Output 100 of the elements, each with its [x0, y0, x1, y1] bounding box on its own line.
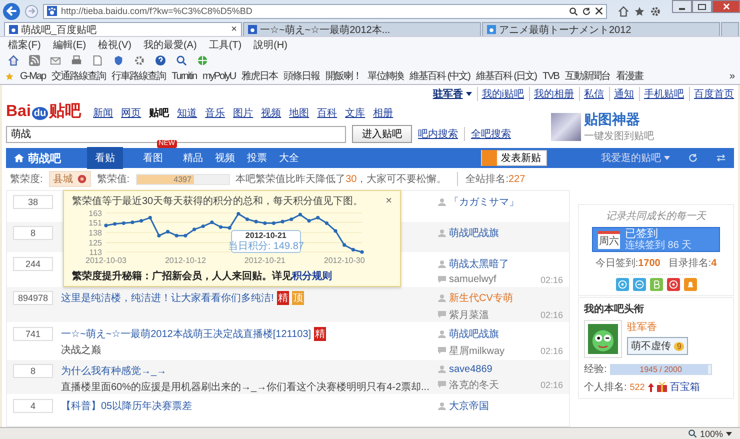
caret-icon[interactable] [726, 432, 732, 436]
last-replier-link[interactable]: 星屑milkway [449, 344, 538, 358]
forum-link[interactable]: 大全 [279, 151, 299, 165]
gear-icon[interactable] [134, 55, 145, 66]
page-icon[interactable] [92, 55, 103, 66]
nav-link[interactable]: 文库 [345, 106, 366, 120]
tab-close-button[interactable]: × [231, 24, 237, 35]
search-icon[interactable] [569, 6, 578, 16]
menu-item[interactable]: 我的最愛(A) [143, 38, 197, 52]
author-link[interactable]: 萌战吧战旗 [449, 327, 499, 342]
last-replier-link[interactable]: samuelwyf [449, 274, 538, 285]
nav-link[interactable]: 网页 [121, 106, 142, 120]
bookmark-link[interactable]: 雅虎日本 [242, 69, 278, 83]
bookmark-link[interactable]: TVB [542, 70, 559, 82]
bookmark-link[interactable]: 維基百科 (中文) [410, 69, 470, 83]
nav-link[interactable]: 新闻 [93, 106, 114, 120]
feed-icon[interactable] [29, 55, 40, 66]
bookmark-link[interactable]: Turnitin [172, 70, 197, 82]
nav-link[interactable]: 音乐 [205, 106, 226, 120]
user-link[interactable]: 私信 [579, 87, 604, 101]
last-replier-link[interactable]: 洛克的冬天 [449, 378, 538, 392]
author-link[interactable]: save4869 [449, 364, 492, 375]
zoom-icon[interactable] [688, 429, 697, 438]
score-rules-link[interactable]: 积分规则 [292, 269, 332, 283]
caret-icon[interactable] [466, 92, 472, 96]
back-button[interactable] [3, 2, 20, 20]
enter-forum-button[interactable]: 进入贴吧 [352, 125, 412, 143]
settings-icon[interactable] [650, 6, 661, 16]
print-icon[interactable] [71, 55, 82, 66]
new-post-button[interactable]: 发表新贴 [481, 150, 547, 166]
user-link[interactable]: 我的i贴吧 [476, 87, 524, 101]
search-link[interactable]: 吧内搜索 [418, 127, 458, 141]
user-link[interactable]: 我的相册 [529, 87, 574, 101]
topic-title-link[interactable]: 一☆~萌え~☆一最萌2012本战萌王决定战直播楼[121103] [61, 327, 312, 342]
promo-title[interactable]: 贴图神器 [584, 111, 654, 129]
nav-link[interactable]: 图片 [233, 106, 254, 120]
forum-link[interactable]: 精品 [183, 151, 203, 165]
home-icon[interactable] [14, 153, 24, 163]
home-icon[interactable] [8, 55, 19, 66]
bell-icon[interactable] [684, 278, 696, 291]
nav-link[interactable]: 视频 [261, 106, 282, 120]
bookmark-link[interactable]: 單位轉換 [368, 69, 404, 83]
treasure-box-link[interactable]: 百宝箱 [670, 380, 700, 394]
bookmark-link[interactable]: 開飯喇！ [326, 69, 362, 83]
target-icon[interactable] [666, 278, 680, 291]
avatar-drawing[interactable] [584, 320, 622, 358]
bookmark-link[interactable]: 維基百科 (日文) [476, 69, 536, 83]
forum-tab[interactable]: 看贴 [87, 147, 123, 169]
nav-link[interactable]: 知道 [177, 106, 198, 120]
author-link[interactable]: 「カガミサマ」 [449, 195, 519, 209]
address-field[interactable]: http://tieba.baidu.com/f?kw=%C3%C8%D5%BD [43, 4, 607, 18]
favorite-forums-menu[interactable]: 我爱逛的贴吧 [601, 151, 661, 165]
user-link[interactable]: 通知 [609, 87, 634, 101]
maximize-button[interactable] [692, 0, 712, 13]
author-link[interactable]: 大京帝国 [449, 399, 489, 414]
star-icon[interactable] [634, 6, 645, 16]
nav-link[interactable]: 贴吧 [149, 106, 170, 120]
topic-title-link[interactable]: 为什么我有种感觉→_→ [61, 364, 167, 378]
bookmark-link[interactable]: 頭條日報 [284, 69, 320, 83]
author-link[interactable]: 萌战吧战旗 [449, 226, 499, 240]
home-icon[interactable] [618, 6, 629, 16]
minus-circle-icon[interactable] [632, 278, 646, 291]
browser-tab[interactable]: 萌战吧_百度贴吧 × [4, 22, 242, 36]
minimize-button[interactable] [672, 0, 692, 13]
logo[interactable]: Bai du 贴吧 [6, 101, 82, 122]
bookmark-link[interactable]: 行車路線查詢 [112, 69, 166, 83]
close-button[interactable] [712, 0, 740, 13]
username-link[interactable]: 驻军香 [432, 87, 463, 101]
nav-link[interactable]: 相册 [373, 106, 394, 120]
menu-item[interactable]: 檢視(V) [98, 38, 132, 52]
topic-title-link[interactable]: 【科普】05以降历年决赛票差 [61, 399, 192, 414]
menu-item[interactable]: 工具(T) [208, 38, 242, 52]
help-icon[interactable] [155, 55, 166, 66]
globe-icon[interactable] [197, 55, 208, 66]
menu-item[interactable]: 編輯(E) [52, 38, 86, 52]
bookmark-link[interactable]: myPolyU [202, 70, 236, 82]
user-link[interactable]: 百度首页 [689, 87, 734, 101]
browser-tab[interactable]: アニメ最萌トーナメント2012 [482, 22, 720, 36]
user-link[interactable]: 手机贴吧 [639, 87, 684, 101]
more-bookmarks-button[interactable]: » [729, 70, 735, 82]
nav-link[interactable]: 百科 [317, 106, 338, 120]
bookmark-link[interactable]: 看漫畫 [616, 69, 643, 83]
nav-link[interactable]: 地图 [289, 106, 310, 120]
menu-item[interactable]: 說明(H) [254, 38, 288, 52]
shield-icon[interactable] [113, 55, 124, 66]
forum-link[interactable]: 视频 [215, 151, 235, 165]
forum-link[interactable]: 投票 [247, 151, 267, 165]
swap-icon[interactable] [716, 153, 726, 163]
author-link[interactable]: 萌战太黑暗了 [449, 257, 509, 271]
menu-item[interactable]: 檔案(F) [8, 38, 41, 52]
forum-home-link[interactable]: 萌战吧 [28, 150, 61, 166]
target-icon[interactable] [616, 278, 628, 291]
forum-tab[interactable]: 看图 [135, 147, 171, 169]
bookmark-link[interactable]: 互動新聞台 [564, 69, 610, 83]
mail-icon[interactable] [50, 55, 61, 66]
bookmark-link[interactable]: 交通路線查詢 [52, 69, 106, 83]
search-link[interactable]: 全吧搜索 [464, 127, 511, 141]
bookmark-link[interactable]: G-Map [20, 70, 46, 82]
topic-title-link[interactable]: 这里是纯洁楼，纯洁进！让大家看看你们多纯洁! [61, 290, 274, 305]
refresh-icon[interactable] [582, 6, 591, 16]
